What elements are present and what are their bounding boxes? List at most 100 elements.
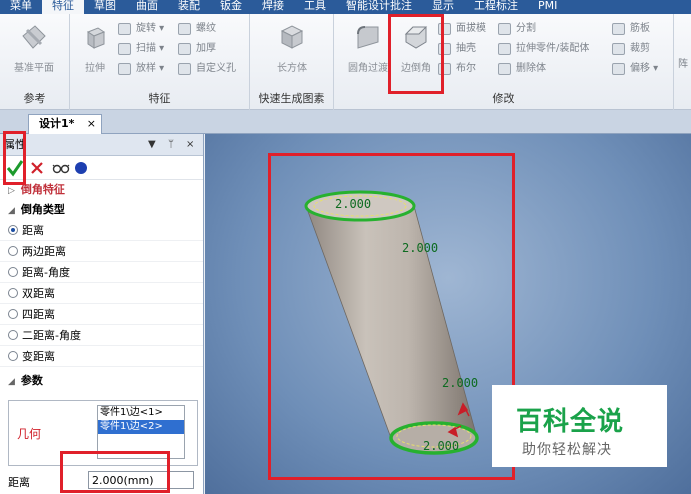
shell-button[interactable]: 抽壳	[438, 40, 476, 58]
split-icon	[498, 23, 511, 35]
thicken-icon	[178, 43, 191, 55]
ribbon: 基准平面 参考 拉伸 旋转 ▾ 扫描 ▾ 放样 ▾ 螺纹 加厚 自定义孔 特征	[0, 14, 691, 110]
box-button[interactable]: 长方体	[264, 22, 320, 74]
document-tab-bar: 设计1* ×	[0, 110, 691, 134]
loft-icon	[118, 63, 131, 75]
expand-arrow-icon: ▷	[8, 186, 15, 196]
panel-menu-icon[interactable]: ▼	[148, 134, 156, 156]
menu-bar: 菜单 特征 草图 曲面 装配 钣金 焊接 工具 智能设计批注 显示 工程标注 P…	[0, 0, 691, 14]
radio-four-distance[interactable]: 四距离	[0, 304, 203, 325]
menu-item-surface[interactable]: 曲面	[126, 0, 168, 14]
radio-icon	[8, 267, 18, 277]
boolean-button[interactable]: 布尔	[438, 60, 476, 78]
radio-distance-angle[interactable]: 距离-角度	[0, 262, 203, 283]
delete-body-button[interactable]: 删除体	[498, 60, 546, 78]
extrude-to-part-icon	[498, 43, 511, 55]
draft-button[interactable]: 面拔模	[438, 20, 486, 38]
custom-hole-icon	[178, 63, 191, 75]
group-quick-title: 快速生成图素	[258, 92, 325, 105]
rib-button[interactable]: 筋板	[612, 20, 650, 38]
radio-double-distance[interactable]: 双距离	[0, 283, 203, 304]
menu-item-assembly[interactable]: 装配	[168, 0, 210, 14]
loft-button[interactable]: 放样 ▾	[118, 60, 164, 78]
revolve-button[interactable]: 旋转 ▾	[118, 20, 164, 38]
thread-icon	[178, 23, 191, 35]
group-modify: 圆角过渡 边倒角 面拔模 抽壳 布尔 分割 拉伸零件/装配体 删除体 筋板 裁剪…	[334, 14, 674, 110]
offset-icon	[612, 63, 625, 75]
datum-plane-button[interactable]: 基准平面	[6, 22, 62, 74]
menu-item-tools[interactable]: 工具	[294, 0, 336, 14]
document-tab-close-icon[interactable]: ×	[87, 115, 96, 133]
radio-variable-distance[interactable]: 变距离	[0, 346, 203, 367]
chamfer-button[interactable]: 边倒角	[388, 22, 444, 74]
sweep-button[interactable]: 扫描 ▾	[118, 40, 164, 58]
box-label: 长方体	[277, 63, 307, 74]
dimension-label[interactable]: 2.000	[402, 241, 438, 255]
watermark-logo: 百科全说 助你轻松解决	[492, 385, 667, 467]
datum-plane-label: 基准平面	[14, 63, 54, 74]
menu-item-sheetmetal[interactable]: 钣金	[210, 0, 252, 14]
document-tab[interactable]: 设计1* ×	[28, 114, 102, 134]
geometry-list[interactable]: 零件1\边<1> 零件1\边<2>	[97, 405, 185, 459]
distance-row: 距离	[0, 466, 204, 494]
menu-item-sketch[interactable]: 草图	[84, 0, 126, 14]
panel-close-icon[interactable]: ×	[186, 134, 194, 156]
document-tab-label: 设计1*	[39, 117, 75, 130]
glasses-icon[interactable]	[52, 161, 70, 175]
section-params[interactable]: ◢ 参数	[0, 371, 203, 391]
extrude-label: 拉伸	[85, 63, 105, 74]
property-panel: 属性 ▼ ᛘ × ▷ 倒角特征 ◢ 倒角类型 距离 两边距离 距离-角度 双距离 四…	[0, 134, 204, 494]
group-reference: 基准平面 参考	[0, 14, 70, 110]
menu-item-feature[interactable]: 特征	[42, 0, 84, 14]
menu-item-menu[interactable]: 菜单	[0, 0, 42, 14]
boolean-icon	[438, 63, 451, 75]
dimension-label[interactable]: 2.000	[423, 439, 459, 453]
offset-button[interactable]: 偏移 ▾	[612, 60, 658, 78]
split-button[interactable]: 分割	[498, 20, 536, 38]
check-icon[interactable]	[6, 159, 24, 177]
extrude-button[interactable]: 拉伸	[70, 22, 120, 74]
distance-input[interactable]	[88, 471, 194, 489]
trim-button[interactable]: 裁剪	[612, 40, 650, 58]
help-dot-icon[interactable]	[74, 161, 88, 175]
cross-icon[interactable]	[30, 161, 44, 175]
panel-pin-icon[interactable]: ᛘ	[168, 134, 174, 156]
geometry-box: 几何 零件1\边<1> 零件1\边<2>	[8, 400, 198, 466]
section-chamfer-type[interactable]: ◢ 倒角类型	[0, 200, 203, 220]
dimension-label[interactable]: 2.000	[335, 197, 371, 211]
draft-icon	[438, 23, 451, 35]
extrude-to-part-button[interactable]: 拉伸零件/装配体	[498, 40, 589, 58]
thicken-button[interactable]: 加厚	[178, 40, 216, 58]
geometry-label: 几何	[17, 427, 42, 441]
menu-item-annotation[interactable]: 智能设计批注	[336, 0, 422, 14]
radio-icon	[8, 351, 18, 361]
fillet-icon	[357, 26, 379, 49]
chamfer-label: 边倒角	[401, 63, 431, 74]
radio-icon	[8, 225, 18, 235]
rib-icon	[612, 23, 625, 35]
radio-distance[interactable]: 距离	[0, 220, 203, 241]
group-modify-title: 修改	[492, 92, 515, 105]
dimension-label[interactable]: 2.000	[442, 376, 478, 390]
menu-item-engineering[interactable]: 工程标注	[464, 0, 528, 14]
section-chamfer-feature[interactable]: ▷ 倒角特征	[0, 180, 203, 200]
custom-hole-button[interactable]: 自定义孔	[178, 60, 236, 78]
array-button[interactable]: 阵	[678, 56, 688, 74]
box-icon	[280, 25, 304, 49]
menu-item-display[interactable]: 显示	[422, 0, 464, 14]
thread-button[interactable]: 螺纹	[178, 20, 216, 38]
distance-label: 距离	[8, 476, 30, 489]
collapse-arrow-icon: ◢	[8, 206, 15, 216]
menu-item-weld[interactable]: 焊接	[252, 0, 294, 14]
group-reference-title: 参考	[23, 92, 46, 105]
geometry-list-item-selected[interactable]: 零件1\边<2>	[98, 420, 184, 434]
geometry-list-item[interactable]: 零件1\边<1>	[98, 406, 184, 420]
cylinder-body[interactable]	[305, 205, 478, 439]
radio-two-distance-angle[interactable]: 二距离-角度	[0, 325, 203, 346]
property-panel-header: 属性 ▼ ᛘ ×	[0, 134, 203, 156]
shell-icon	[438, 43, 451, 55]
collapse-arrow-icon: ◢	[8, 377, 15, 387]
menu-item-pmi[interactable]: PMI	[528, 0, 567, 14]
radio-two-side-distance[interactable]: 两边距离	[0, 241, 203, 262]
sweep-icon	[118, 43, 131, 55]
